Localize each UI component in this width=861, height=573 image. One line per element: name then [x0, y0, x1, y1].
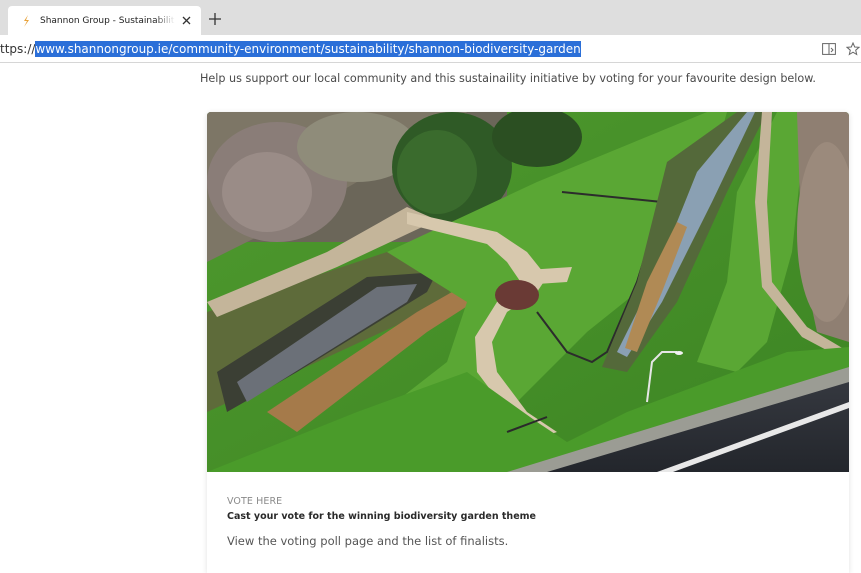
browser-tab[interactable]: Shannon Group - Sustainability - Shannon…: [8, 6, 201, 35]
address-bar[interactable]: ttps:// www.shannongroup.ie/community-en…: [0, 35, 861, 63]
aerial-garden-photo: [207, 112, 849, 472]
url-selected-text: www.shannongroup.ie/community-environmen…: [35, 41, 581, 57]
card-description: View the voting poll page and the list o…: [227, 534, 509, 548]
tab-close-icon[interactable]: [179, 14, 193, 28]
url-scheme: ttps://: [0, 42, 36, 56]
tab-title: Shannon Group - Sustainability - Shannon…: [40, 15, 175, 26]
shannon-group-favicon-icon: [20, 14, 32, 28]
tab-strip: Shannon Group - Sustainability - Shannon…: [0, 0, 861, 35]
vote-card[interactable]: VOTE HERE Cast your vote for the winning…: [207, 112, 849, 573]
card-heading[interactable]: Cast your vote for the winning biodivers…: [227, 511, 827, 522]
url-field[interactable]: ttps:// www.shannongroup.ie/community-en…: [0, 40, 581, 58]
favorite-star-icon[interactable]: [846, 42, 860, 56]
intro-text: Help us support our local community and …: [200, 72, 816, 85]
card-eyebrow: VOTE HERE: [227, 496, 283, 507]
reading-view-icon[interactable]: [822, 42, 836, 56]
card-body: VOTE HERE Cast your vote for the winning…: [227, 496, 827, 548]
new-tab-icon[interactable]: [207, 11, 223, 27]
